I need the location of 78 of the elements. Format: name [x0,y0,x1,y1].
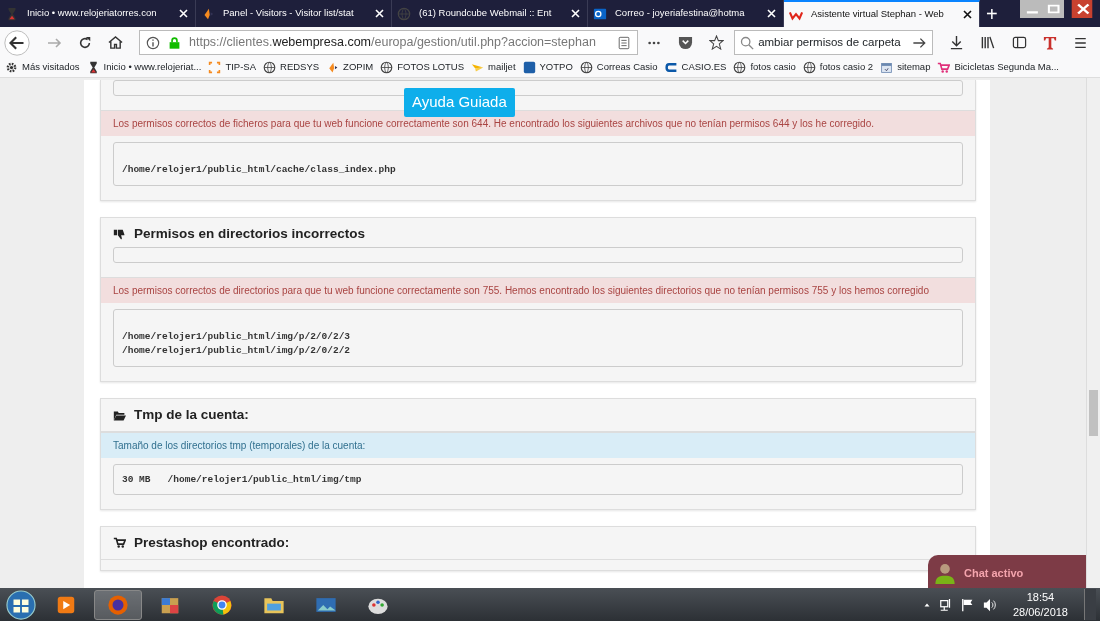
alert-message: Los permisos correctos de ficheros para que tu web funcione correctamente son 644. He encontrado los siguientes archivos que no tenían permisos 644 y los he corregido. [101,110,975,136]
cart-icon [113,536,126,550]
bookmark[interactable]: ZOPIM [326,60,374,75]
logo-icon [522,61,536,74]
close-icon[interactable] [373,9,386,18]
flame-icon [326,61,340,74]
arrow-icon[interactable] [912,35,927,50]
info-icon [146,35,160,50]
globe-icon [397,6,411,21]
settings-icon [5,61,18,74]
close-icon[interactable] [765,9,778,18]
download-icon[interactable] [949,35,964,50]
globe-icon [263,61,277,74]
section-heading: Prestashop encontrado: [134,533,290,552]
close-icon[interactable] [569,9,582,18]
volume-icon[interactable] [982,597,997,612]
back-icon[interactable] [4,29,30,56]
close-icon[interactable] [177,9,190,18]
bookmark[interactable]: Bicicletas Segunda Ma... [937,60,1059,75]
section-heading: Tmp de la cuenta: [134,406,249,424]
chat-widget[interactable]: Chat activo [928,555,1086,588]
bookmark[interactable]: Más visitados [5,60,80,75]
search-text: ambiar permisos de carpeta [758,34,902,50]
star-icon[interactable] [709,35,725,50]
reload-icon[interactable] [78,35,92,50]
globe-icon [579,61,593,74]
bookmark[interactable]: CASIO.ES [664,60,727,75]
folder-icon [113,408,126,422]
bookmark[interactable]: sitemap [880,60,931,75]
search-field[interactable]: ambiar permisos de carpeta [734,30,933,55]
bookmark[interactable]: fotos casio [733,60,796,75]
serif-letter-icon[interactable] [1043,34,1057,51]
bookmark[interactable]: Correas Casio [579,60,658,75]
browser-icon [107,593,129,616]
home-icon[interactable] [108,35,123,50]
bookmark[interactable]: mailjet [471,60,516,75]
mail-icon [593,6,607,21]
cart-icon [937,61,951,74]
bookmark[interactable]: Inicio • www.relojeriat... [86,60,202,75]
browser-icon [211,593,233,616]
menu-icon[interactable] [1073,35,1088,50]
arrow-icon [471,61,485,74]
scrollbar[interactable] [1086,78,1100,588]
search-icon [740,35,755,50]
bookmark[interactable]: YOTPO [522,60,573,75]
lock-icon [168,35,181,50]
library-icon[interactable] [980,35,996,50]
code-block: /home/relojer1/public_html/img/p/2/0/2/3 /home/relojer1/public_html/img/p/2/0/2/2 [113,308,963,367]
clock[interactable]: 18:54 28/06/2018 [1012,589,1068,620]
bookmark[interactable]: TIP-SA [208,60,257,75]
person-icon [934,561,956,585]
new-tab-button[interactable]: + [980,3,1004,24]
bookmark[interactable]: fotos casio 2 [802,60,874,75]
show-desktop-button[interactable] [1084,589,1096,620]
sidebar-icon[interactable] [1012,35,1027,50]
code-block: 30 MB /home/relojer1/public_html/img/tmp [113,464,963,495]
alert-message: Tamaño de los directorios tmp (temporales) de la cuenta: [101,432,975,459]
bracket-icon [208,61,222,74]
thumbs-down-icon [113,227,126,241]
globe-icon [380,61,394,74]
calendar-icon [880,61,894,74]
address-bar[interactable]: https://clientes.webempresa.com/europa/gestion/util.php?accion=stephan [139,30,639,55]
url-text: https://clientes.webempresa.com/europa/gestion/util.php?accion=stephan [189,34,597,52]
browser-tab[interactable]: Asistente virtual Stephan - Web [784,0,980,27]
close-icon[interactable] [961,10,974,19]
globe-icon [802,61,816,74]
section-heading: Permisos en directorios incorrectos [134,225,366,244]
shield-icon[interactable] [678,35,694,50]
bookmark[interactable]: FOTOS LOTUS [380,60,465,75]
logo-icon [664,61,678,74]
reader-icon[interactable] [617,35,632,50]
globe-icon [733,61,747,74]
network-icon[interactable] [938,597,953,612]
code-block: /home/relojer1/public_html/cache/class_index.php [113,142,963,187]
alert-message: Los permisos correctos de directorios para que tu web funcione correctamente son 755. Hemos encontrado los siguientes directorios que no tenían permisos 755 y los hemos corregido [101,276,975,303]
start-icon[interactable] [4,589,38,620]
bookmark[interactable]: REDSYS [263,60,320,75]
flag-icon[interactable] [960,597,975,612]
